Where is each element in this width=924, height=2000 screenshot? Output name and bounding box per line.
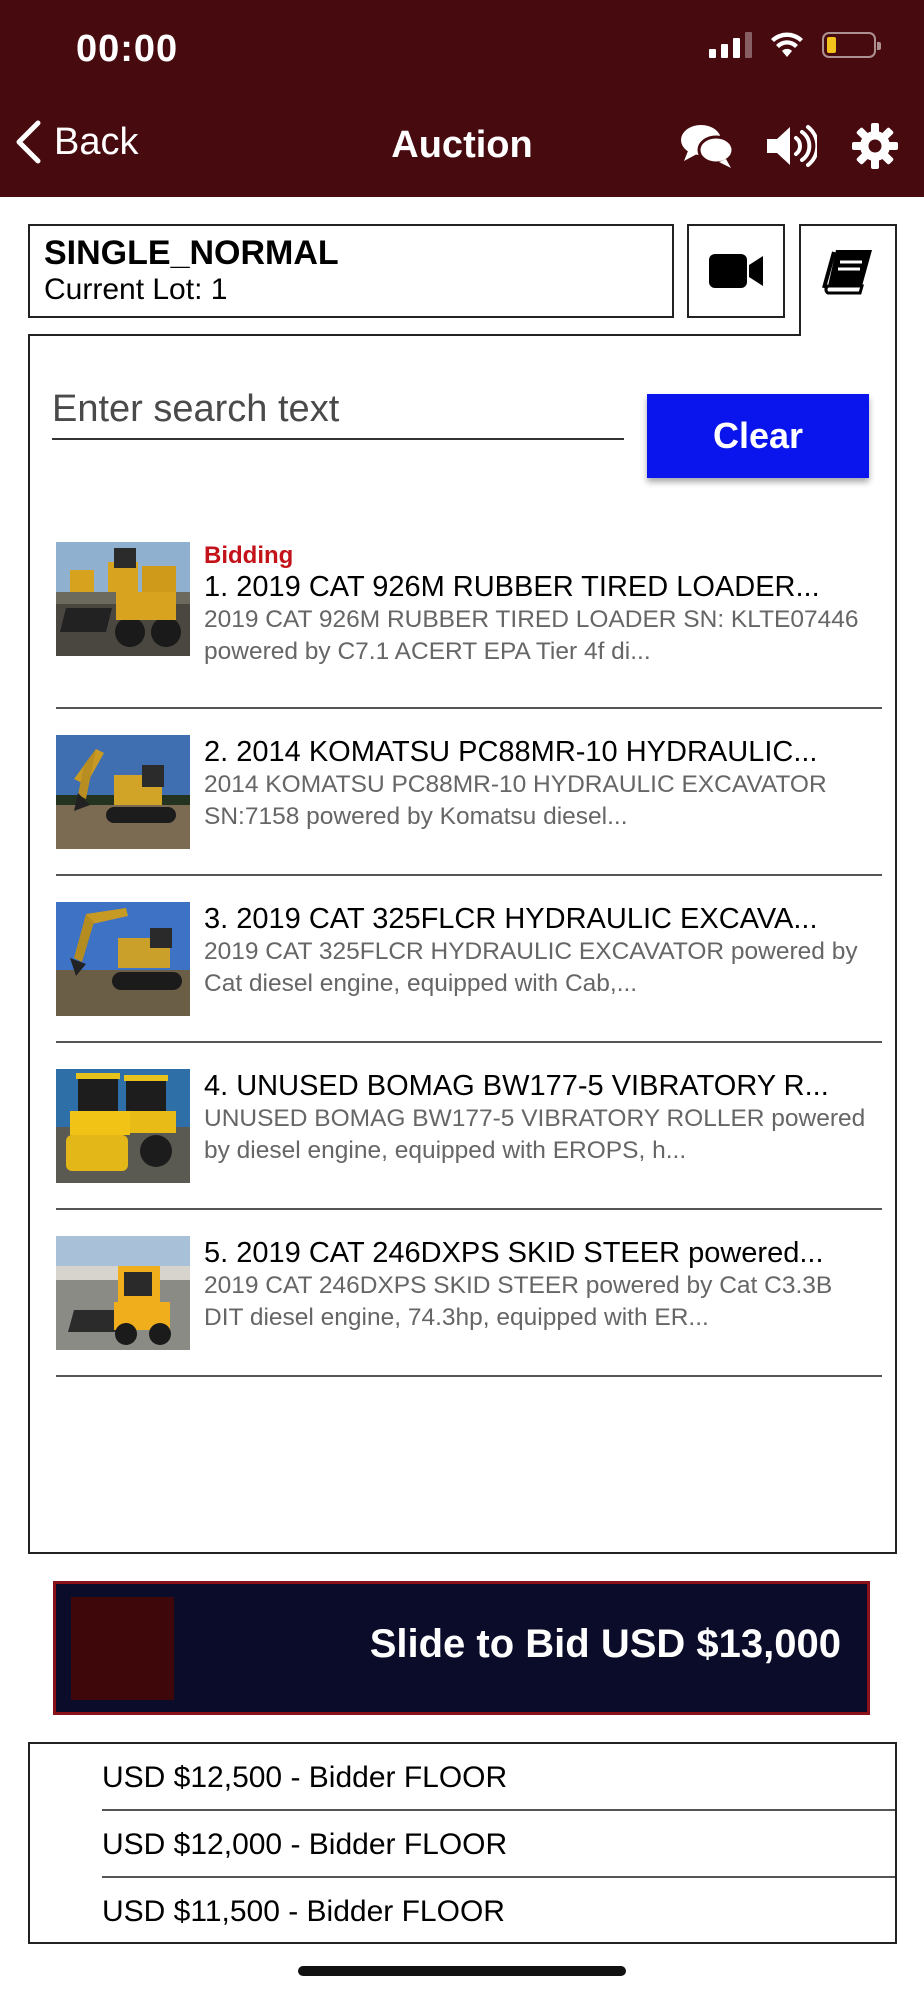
lot-status: Bidding [204,542,294,569]
lot-list-item[interactable]: 2. 2014 KOMATSU PC88MR-10 HYDRAULIC... 2… [56,709,882,876]
catalog-panel: Clear [28,334,897,1554]
lot-title: 2. 2014 KOMATSU PC88MR-10 HYDRAULIC... [204,736,818,768]
auction-screen: 00:00 Back Auction SINGLE_NORMAL Current… [0,0,924,2000]
excavator-thumbnail [56,902,190,1016]
home-indicator [298,1966,626,1976]
bid-history: USD $12,500 - Bidder FLOOR USD $12,000 -… [28,1742,897,1944]
speaker-volume-icon [767,125,817,167]
lot-text: Bidding 1. 2019 CAT 926M RUBBER TIRED LO… [204,542,870,668]
video-camera-icon [709,254,763,288]
tab-catalog[interactable] [799,224,897,336]
lot-text: 3. 2019 CAT 325FLCR HYDRAULIC EXCAVA... … [204,902,870,1000]
status-time: 00:00 [76,28,179,70]
lot-text: 4. UNUSED BOMAG BW177-5 VIBRATORY R... U… [204,1069,870,1167]
auction-info-box: SINGLE_NORMAL Current Lot: 1 [28,224,674,318]
search-input[interactable] [52,380,624,438]
catalog-book-icon [822,250,872,295]
lot-description: 2019 CAT 325FLCR HYDRAULIC EXCAVATOR pow… [204,938,858,997]
top-app-bar: 00:00 Back Auction [0,0,924,197]
lot-title: 4. UNUSED BOMAG BW177-5 VIBRATORY R... [204,1070,829,1102]
lot-description: UNUSED BOMAG BW177-5 VIBRATORY ROLLER po… [204,1105,866,1164]
nav-actions [680,120,902,172]
lot-list-item[interactable]: Bidding 1. 2019 CAT 926M RUBBER TIRED LO… [56,542,882,709]
lot-title: 3. 2019 CAT 325FLCR HYDRAULIC EXCAVA... [204,903,818,935]
excavator-thumbnail [56,735,190,849]
bid-history-row: USD $12,000 - Bidder FLOOR [102,1811,895,1878]
vibratory-roller-thumbnail [56,1069,190,1183]
cellular-signal-icon [709,32,752,58]
lot-list-item[interactable]: 4. UNUSED BOMAG BW177-5 VIBRATORY R... U… [56,1043,882,1210]
wifi-icon [771,32,803,57]
bid-history-row: USD $11,500 - Bidder FLOOR [102,1895,505,1928]
bid-history-row: USD $12,500 - Bidder FLOOR [102,1744,895,1811]
lot-description: 2019 CAT 926M RUBBER TIRED LOADER SN: KL… [204,606,859,665]
lot-description: 2014 KOMATSU PC88MR-10 HYDRAULIC EXCAVAT… [204,771,827,830]
lot-list-item[interactable]: 5. 2019 CAT 246DXPS SKID STEER powered..… [56,1210,882,1377]
slide-to-bid[interactable]: Slide to Bid USD $13,000 [53,1581,870,1715]
search-field [52,380,624,440]
lot-title: 5. 2019 CAT 246DXPS SKID STEER powered..… [204,1237,824,1269]
wheel-loader-thumbnail [56,542,190,656]
chat-bubbles-icon [681,125,734,168]
skid-steer-thumbnail [56,1236,190,1350]
lot-description: 2019 CAT 246DXPS SKID STEER powered by C… [204,1272,833,1331]
settings-button[interactable] [848,120,902,172]
battery-low-icon [822,32,881,58]
chat-button[interactable] [680,120,734,172]
slider-handle[interactable] [71,1597,174,1700]
sound-button[interactable] [764,120,818,172]
lot-text: 2. 2014 KOMATSU PC88MR-10 HYDRAULIC... 2… [204,735,870,833]
status-icons [709,32,881,58]
current-lot: Current Lot: 1 [44,273,228,306]
lot-list-item[interactable]: 3. 2019 CAT 325FLCR HYDRAULIC EXCAVA... … [56,876,882,1043]
lot-text: 5. 2019 CAT 246DXPS SKID STEER powered..… [204,1236,870,1334]
gear-icon [852,123,898,169]
lot-list: Bidding 1. 2019 CAT 926M RUBBER TIRED LO… [56,542,882,1377]
lot-title: 1. 2019 CAT 926M RUBBER TIRED LOADER... [204,571,820,603]
auction-name: SINGLE_NORMAL [44,234,339,272]
slide-to-bid-label: Slide to Bid USD $13,000 [369,1622,841,1666]
clear-button[interactable]: Clear [647,394,869,478]
tab-video[interactable] [687,224,785,318]
